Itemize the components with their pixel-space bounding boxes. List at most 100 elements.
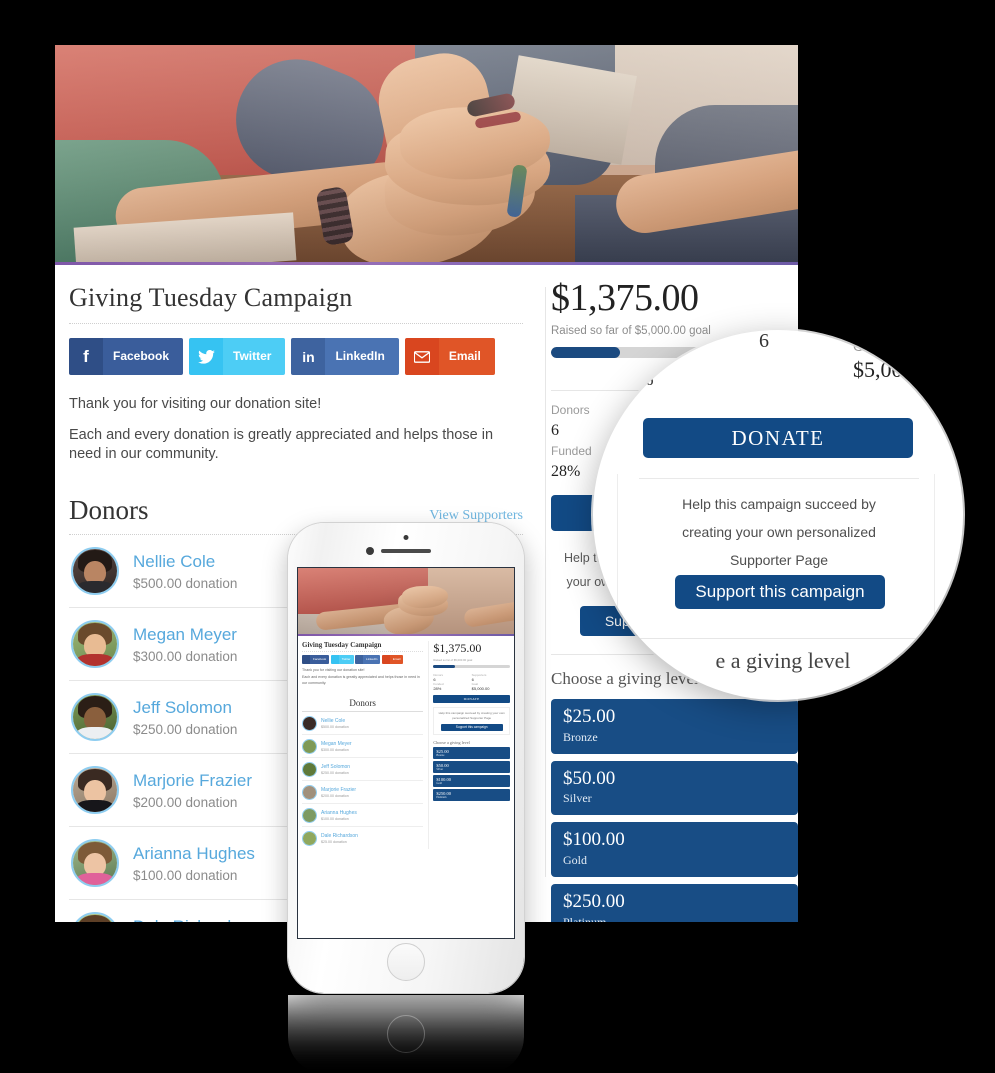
share-email-button[interactable]: Email bbox=[404, 338, 495, 375]
mobile-giving-level-silver[interactable]: $50.00 Silver bbox=[433, 760, 510, 773]
twitter-icon bbox=[330, 655, 339, 664]
avatar bbox=[302, 738, 317, 754]
mobile-progress-fill bbox=[433, 665, 455, 668]
donor-name[interactable]: Marjorie Frazier bbox=[133, 770, 252, 791]
mobile-left-column: Giving Tuesday Campaign Facebook Twitter… bbox=[302, 641, 428, 849]
magnifier-lens: 6 % Goal $5,000.00 DONATE Help this camp… bbox=[593, 330, 963, 700]
mobile-facebook-label: Facebook bbox=[310, 655, 330, 664]
mobile-promo-text: Help this campaign succeed by creating y… bbox=[438, 711, 505, 720]
mobile-support-button[interactable]: Support this campaign bbox=[440, 723, 503, 731]
mobile-intro: Thank you for visiting our donation site… bbox=[302, 668, 423, 686]
title-divider bbox=[69, 323, 523, 324]
mobile-giving-heading: Choose a giving level bbox=[433, 739, 470, 745]
mobile-donor-amount: $500.00 donation bbox=[321, 724, 349, 729]
mobile-giving-level-platinum[interactable]: $250.00 Platinum bbox=[433, 788, 510, 801]
avatar bbox=[71, 619, 119, 668]
mobile-donor-amount: $250.00 donation bbox=[321, 770, 349, 775]
phone-reflection bbox=[288, 995, 524, 1073]
mobile-level-tier: Silver bbox=[436, 767, 444, 771]
mobile-donate-button[interactable]: DONATE bbox=[433, 695, 510, 703]
linkedin-icon: in bbox=[291, 338, 326, 375]
phone-screen: Giving Tuesday Campaign Facebook Twitter… bbox=[297, 567, 515, 939]
avatar bbox=[302, 830, 317, 846]
magnified-right-border bbox=[934, 474, 935, 634]
mobile-list-item[interactable]: Jeff Solomon $250.00 donation bbox=[302, 758, 424, 782]
share-linkedin-label: LinkedIn bbox=[325, 338, 399, 375]
donor-amount: $500.00 donation bbox=[133, 575, 238, 591]
envelope-icon bbox=[404, 338, 439, 375]
giving-level-silver[interactable]: $50.00 Silver bbox=[551, 760, 798, 816]
share-facebook-button[interactable]: f Facebook bbox=[69, 338, 184, 375]
phone-sensor bbox=[403, 535, 409, 540]
giving-level-amount: $25.00 bbox=[563, 705, 616, 727]
intro-line-2: Each and every donation is greatly appre… bbox=[69, 426, 494, 463]
magnified-goal-value: $5,000.00 bbox=[853, 357, 941, 382]
mobile-donor-name: Jeff Solomon bbox=[321, 763, 351, 770]
avatar bbox=[302, 715, 317, 731]
home-button-reflection bbox=[387, 1015, 425, 1053]
mobile-share-linkedin[interactable]: LinkedIn bbox=[355, 655, 381, 664]
hero-image bbox=[55, 45, 798, 265]
giving-levels: $25.00 Bronze $50.00 Silver $100.00 Gold… bbox=[551, 698, 798, 922]
mobile-share-twitter[interactable]: Twitter bbox=[330, 655, 354, 664]
mobile-giving-level-gold[interactable]: $100.00 Gold bbox=[433, 774, 510, 787]
magnified-promo-line-3: Supporter Page bbox=[729, 552, 829, 568]
facebook-icon: f bbox=[69, 338, 103, 375]
mobile-share-facebook[interactable]: Facebook bbox=[302, 655, 330, 664]
avatar bbox=[302, 807, 317, 823]
mobile-list-item[interactable]: Marjorie Frazier $200.00 donation bbox=[302, 781, 424, 805]
mobile-amount-raised: $1,375.00 bbox=[433, 641, 482, 655]
page-title: Giving Tuesday Campaign bbox=[69, 283, 353, 312]
mobile-donor-name: Arianna Hughes bbox=[321, 809, 357, 816]
mobile-donor-amount: $100.00 donation bbox=[321, 816, 349, 821]
magnified-donate-button[interactable]: DONATE bbox=[643, 418, 913, 458]
mobile-list-item[interactable]: Arianna Hughes $100.00 donation bbox=[302, 804, 424, 828]
mobile-list-item[interactable]: Dale Richardson $25.00 donation bbox=[302, 827, 423, 849]
mobile-donor-name: Marjorie Frazier bbox=[321, 786, 357, 793]
column-divider bbox=[545, 287, 546, 877]
mobile-page-title: Giving Tuesday Campaign bbox=[302, 641, 382, 649]
donor-name[interactable]: Megan Meyer bbox=[133, 624, 237, 645]
donor-name[interactable]: Arianna Hughes bbox=[133, 843, 255, 864]
envelope-icon bbox=[381, 655, 390, 664]
magnified-promo-text: Help this campaign succeed by creating y… bbox=[633, 490, 925, 574]
facebook-icon bbox=[302, 655, 310, 664]
view-supporters-link[interactable]: View Supporters bbox=[429, 508, 523, 524]
magnified-separator bbox=[639, 478, 919, 479]
phone-home-button[interactable] bbox=[387, 943, 425, 981]
donor-amount: $100.00 donation bbox=[133, 867, 238, 883]
share-twitter-button[interactable]: Twitter bbox=[189, 338, 286, 375]
magnified-percent-symbol: % bbox=[637, 368, 654, 390]
giving-level-tier: Bronze bbox=[563, 729, 598, 744]
magnified-donors-value-clipped: 6 bbox=[759, 330, 769, 352]
giving-level-bronze[interactable]: $25.00 Bronze bbox=[551, 698, 798, 754]
mobile-hero-image bbox=[298, 568, 514, 634]
mobile-list-item[interactable]: Nellie Cole $500.00 donation bbox=[302, 712, 424, 736]
mobile-supporter-promo: Help this campaign succeed by creating y… bbox=[433, 707, 510, 735]
mobile-list-item[interactable]: Megan Meyer $300.00 donation bbox=[302, 735, 424, 759]
mobile-linkedin-label: LinkedIn bbox=[363, 655, 381, 664]
avatar bbox=[302, 761, 317, 777]
twitter-icon bbox=[189, 338, 224, 375]
donor-name[interactable]: Jeff Solomon bbox=[133, 697, 237, 718]
donor-name[interactable]: Dale Richardson bbox=[133, 916, 259, 922]
giving-level-platinum[interactable]: $250.00 Platinum bbox=[551, 884, 798, 922]
mobile-donor-name: Megan Meyer bbox=[321, 740, 352, 747]
mobile-giving-level-bronze[interactable]: $25.00 Bronze bbox=[433, 746, 510, 759]
magnified-giving-divider bbox=[633, 638, 923, 639]
magnified-support-button[interactable]: Support this campaign bbox=[675, 575, 885, 609]
avatar bbox=[71, 838, 119, 887]
magnified-goal-label: Goal bbox=[853, 338, 883, 354]
mobile-right-column: $1,375.00 Raised so far of $5,000.00 goa… bbox=[428, 641, 510, 850]
giving-level-tier: Platinum bbox=[563, 915, 786, 922]
share-linkedin-button[interactable]: in LinkedIn bbox=[291, 338, 399, 375]
mobile-level-tier: Platinum bbox=[436, 795, 447, 799]
donors-header: Donors View Supporters bbox=[69, 495, 523, 526]
mobile-share-email[interactable]: Email bbox=[381, 655, 404, 664]
mobile-intro-1: Thank you for visiting our donation site… bbox=[302, 668, 365, 672]
mobile-donor-name: Nellie Cole bbox=[321, 717, 346, 724]
linkedin-icon bbox=[355, 655, 364, 664]
donor-name[interactable]: Nellie Cole bbox=[133, 551, 237, 572]
giving-level-amount: $50.00 bbox=[563, 767, 616, 789]
giving-level-gold[interactable]: $100.00 Gold bbox=[551, 822, 798, 878]
